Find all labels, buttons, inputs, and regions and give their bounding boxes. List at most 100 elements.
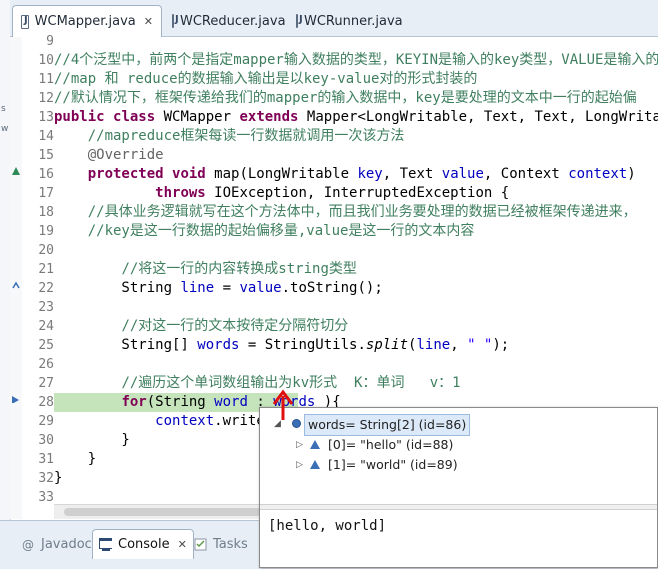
tree-root-row[interactable]: ◢ words= String[2] (id=86)	[260, 414, 657, 436]
popup-sash[interactable]	[260, 504, 657, 510]
line-number: 17	[38, 186, 54, 201]
code-line[interactable]: public class WCMapper extends Mapper<Lon…	[54, 108, 658, 127]
code-line[interactable]: //遍历这个单词数组输出为kv形式 K：单词 v：1	[54, 374, 658, 393]
tab-tasks[interactable]: Tasks	[188, 529, 254, 559]
code-token: }	[54, 432, 130, 448]
code-line[interactable]: //默认情况下，框架传递给我们的mapper的输入数据中，key是要处理的文本中…	[54, 89, 658, 108]
code-line[interactable]: //4个泛型中，前两个是指定mapper输入数据的类型，KEYIN是输入的key…	[54, 51, 658, 70]
code-token: .write	[214, 413, 265, 429]
code-token: void	[172, 166, 206, 182]
code-token: " "	[467, 337, 493, 353]
tab-label: Javadoc	[41, 536, 92, 552]
code-token: class	[113, 109, 156, 125]
code-token: Mapper<LongWritable, Text, Text, LongWri…	[306, 109, 658, 125]
line-number: 32	[38, 471, 54, 486]
code-token: //具体业务逻辑就写在这个方法体中，而且我们业务要处理的数据已经被框架传递进来，	[87, 204, 637, 220]
code-line[interactable]	[54, 355, 658, 374]
left-fragment: s	[1, 104, 6, 114]
code-token: //默认情况下，框架传递给我们的mapper的输入数据中，key是要处理的文本中…	[54, 90, 637, 106]
tab-label: WCRunner.java	[304, 13, 403, 29]
scrollbar-thumb[interactable]	[64, 508, 264, 516]
code-token: //将这一行的内容转换成string类型	[121, 261, 357, 277]
java-file-icon	[21, 14, 29, 29]
variable-tree[interactable]: ◢ words= String[2] (id=86) ▷ [0]= "hello…	[260, 408, 657, 492]
code-line[interactable]: @Override	[54, 146, 658, 165]
tree-child-label: [0]= "hello" (id=88)	[328, 437, 454, 452]
line-number: 21	[38, 262, 54, 277]
code-token: for	[121, 394, 147, 410]
line-number: 25	[38, 338, 54, 353]
code-token: String	[54, 280, 181, 296]
red-arrow-icon	[272, 389, 294, 420]
array-element-icon	[310, 460, 320, 469]
collapse-toggle-icon[interactable]: ▷	[296, 455, 303, 475]
code-token: }	[54, 470, 63, 486]
java-file-icon	[172, 14, 179, 28]
tab-label: WCReducer.java	[180, 13, 286, 29]
code-token: //mapreduce框架每读一行数据就调用一次该方法	[87, 128, 405, 144]
code-line[interactable]: protected void map(LongWritable key, Tex…	[54, 165, 658, 184]
line-number: 20	[38, 243, 54, 258]
code-line[interactable]: throws IOException, InterruptedException…	[54, 184, 658, 203]
line-number: 10	[38, 53, 54, 68]
code-token: IOException, InterruptedException {	[205, 185, 510, 201]
code-line[interactable]	[54, 298, 658, 317]
code-line[interactable]: //map 和 reduce的数据输入输出是以key-value对的形式封装的	[54, 70, 658, 89]
code-token: //对这一行的文本按待定分隔符切分	[121, 318, 349, 334]
console-icon	[99, 538, 112, 551]
instruction-pointer-icon	[12, 396, 19, 403]
line-number: 33	[38, 490, 54, 505]
line-number: 12	[38, 91, 54, 106]
code-token: public	[54, 109, 105, 125]
line-number: 28	[38, 395, 54, 410]
code-line[interactable]	[54, 241, 658, 260]
code-line[interactable]: //对这一行的文本按待定分隔符切分	[54, 317, 658, 336]
variable-inspect-popup[interactable]: ◢ words= String[2] (id=86) ▷ [0]= "hello…	[259, 407, 658, 568]
code-token: //key是这一行数据的起始偏移量,value是这一行的文本内容	[87, 223, 475, 239]
close-icon[interactable]: ✕	[144, 15, 153, 28]
code-token: WCMapper	[155, 109, 240, 125]
tab-console[interactable]: Console ✕	[92, 529, 194, 559]
code-line[interactable]	[54, 37, 658, 51]
line-number: 9	[46, 34, 54, 49]
line-number: 16	[38, 167, 54, 182]
tab-label: Console	[118, 537, 170, 552]
tab-javadoc[interactable]: @ Javadoc	[16, 529, 98, 559]
code-token: //4个泛型中，前两个是指定mapper输入数据的类型，KEYIN是输入的key…	[54, 52, 658, 68]
code-line[interactable]: String line = value.toString();	[54, 279, 658, 298]
code-token: key	[357, 166, 383, 182]
line-number: 24	[38, 319, 54, 334]
code-line[interactable]: //将这一行的内容转换成string类型	[54, 260, 658, 279]
line-number-gutter: 9 10 11 12 13 14 15 16 17 18 19 20 21 22 23 24 25 26 27 28 2…	[22, 34, 54, 519]
code-token: throws	[155, 185, 206, 201]
code-line[interactable]: //mapreduce框架每读一行数据就调用一次该方法	[54, 127, 658, 146]
tab-wcrunner[interactable]: WCRunner.java	[288, 6, 408, 36]
code-token: extends	[239, 109, 299, 125]
tab-wcreducer[interactable]: WCReducer.java	[164, 6, 286, 36]
code-token: protected	[87, 166, 164, 182]
line-number: 18	[38, 205, 54, 220]
code-line[interactable]: //具体业务逻辑就写在这个方法体中，而且我们业务要处理的数据已经被框架传递进来，	[54, 203, 658, 222]
code-token: , Text	[382, 166, 442, 182]
collapse-toggle-icon[interactable]: ▷	[296, 435, 303, 455]
tree-child-row[interactable]: ▷ [0]= "hello" (id=88)	[260, 435, 657, 455]
annotation-ruler[interactable]	[10, 37, 22, 519]
code-line[interactable]: String[] words = StringUtils.split(line,…	[54, 336, 658, 355]
code-token: , Context	[483, 166, 569, 182]
java-file-icon	[296, 14, 303, 28]
tree-child-row[interactable]: ▷ [1]= "world" (id=89)	[260, 455, 657, 475]
code-line[interactable]: //key是这一行数据的起始偏移量,value是这一行的文本内容	[54, 222, 658, 241]
detail-value: [hello, world]	[268, 518, 387, 534]
at-icon: @	[22, 537, 34, 552]
close-icon[interactable]: ✕	[178, 538, 187, 551]
